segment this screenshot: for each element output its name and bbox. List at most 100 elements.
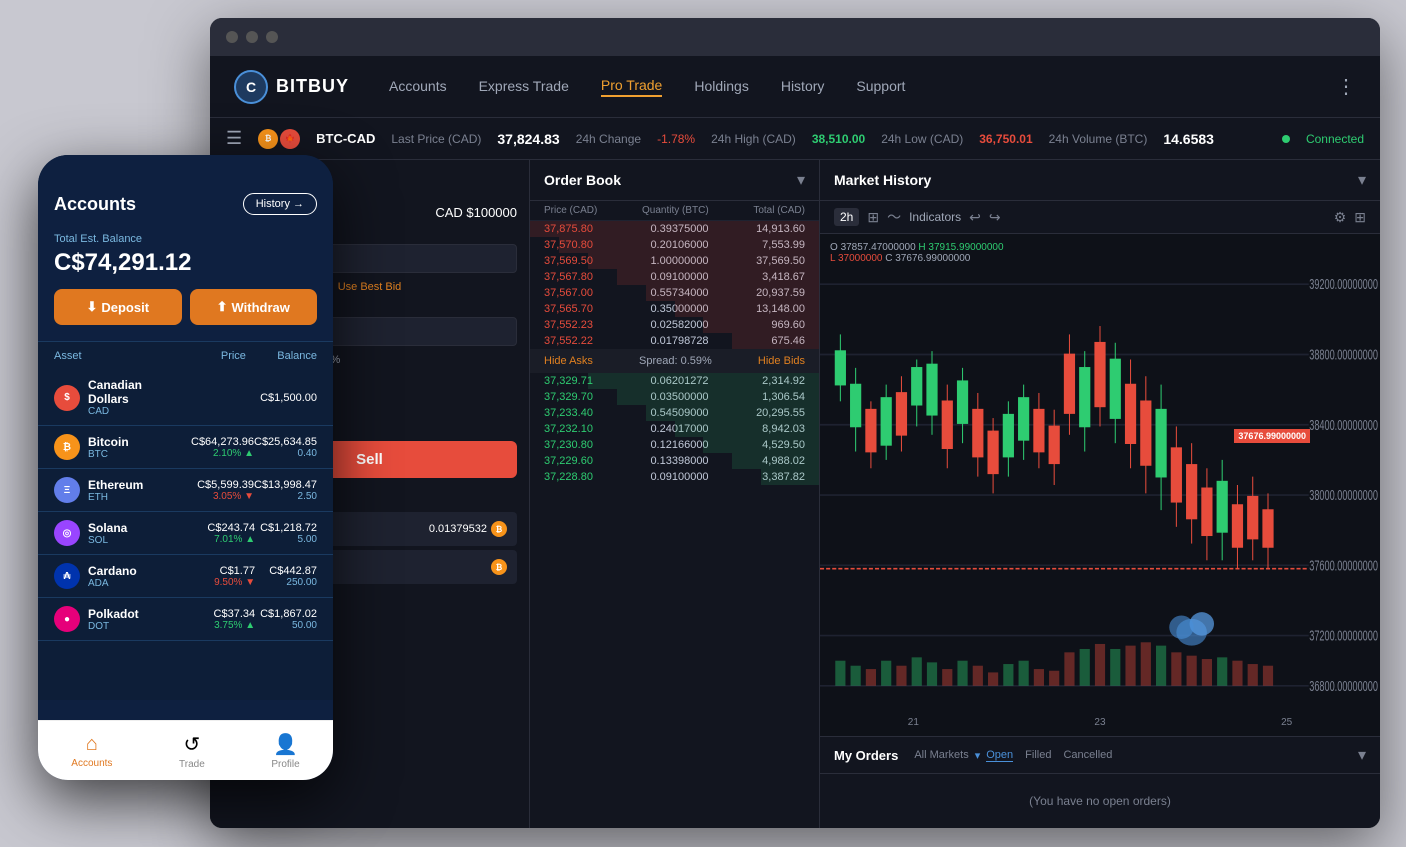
- ob-bid-row[interactable]: 37,329.70 0.03500000 1,306.54: [530, 389, 819, 405]
- mobile-header: Accounts History →: [38, 183, 333, 225]
- ask-price: 37,565.70: [544, 303, 624, 315]
- ohlc-c: C 37676.99000000: [885, 253, 970, 264]
- logo-icon: C: [234, 70, 268, 104]
- asset-price-value: C$64,273.96: [180, 436, 254, 448]
- ob-bid-row[interactable]: 37,229.60 0.13398000 4,988.02: [530, 453, 819, 469]
- ticker-menu-icon[interactable]: ☰: [226, 128, 242, 149]
- asset-price-col: C$243.74 7.01% ▲: [181, 522, 255, 545]
- browser-dot-1: [226, 31, 238, 43]
- ticker-flags: ₿ 🍁: [258, 129, 300, 149]
- my-orders-filter[interactable]: All Markets: [914, 749, 968, 761]
- mobile-history-btn[interactable]: History →: [243, 193, 317, 215]
- svg-text:38800.00000000: 38800.00000000: [1309, 346, 1378, 363]
- asset-balance-value: C$1,867.02: [255, 608, 317, 620]
- purchase-limit-value: CAD $100000: [435, 205, 517, 220]
- browser-dot-3: [266, 31, 278, 43]
- ask-price: 37,567.80: [544, 271, 624, 283]
- my-orders-title: My Orders: [834, 748, 898, 763]
- withdraw-btn[interactable]: ⬆ Withdraw: [190, 289, 318, 325]
- ticker-bar: ☰ ₿ 🍁 BTC-CAD Last Price (CAD) 37,824.83…: [210, 118, 1380, 160]
- nav-profile-mobile[interactable]: 👤 Profile: [271, 732, 299, 770]
- ob-ask-row[interactable]: 37,552.22 0.01798728 675.46: [530, 333, 819, 349]
- ob-ask-row[interactable]: 37,567.00 0.55734000 20,937.59: [530, 285, 819, 301]
- ob-ask-row[interactable]: 37,569.50 1.00000000 37,569.50: [530, 253, 819, 269]
- profile-nav-icon: 👤: [273, 732, 298, 757]
- hide-asks-btn[interactable]: Hide Asks: [544, 355, 593, 367]
- indicators-btn[interactable]: Indicators: [909, 210, 961, 224]
- asset-price-value: C$5,599.39: [180, 479, 254, 491]
- no-open-orders-msg: (You have no open orders): [820, 774, 1380, 828]
- ob-bid-row[interactable]: 37,230.80 0.12166000 4,529.50: [530, 437, 819, 453]
- nav-holdings[interactable]: Holdings: [694, 78, 748, 96]
- deposit-btn[interactable]: ⬇ Deposit: [54, 289, 182, 325]
- asset-list-item[interactable]: Ξ Ethereum ETH C$5,599.39 3.05% ▼ C$13,9…: [38, 469, 333, 512]
- nav-history[interactable]: History: [781, 78, 825, 96]
- asset-icon: ◎: [54, 520, 80, 546]
- chart-wave-icon[interactable]: 〜: [887, 207, 901, 227]
- asset-icon: ₳: [54, 563, 80, 589]
- accounts-nav-icon: ⌂: [86, 733, 98, 756]
- ticker-pair[interactable]: BTC-CAD: [316, 131, 375, 146]
- chart-settings-icon[interactable]: ⚙: [1334, 209, 1347, 226]
- ob-ask-row[interactable]: 37,565.70 0.35000000 13,148.00: [530, 301, 819, 317]
- asset-list-item[interactable]: ● Polkadot DOT C$37.34 3.75% ▲ C$1,867.0…: [38, 598, 333, 641]
- ob-bid-row[interactable]: 37,233.40 0.54509000 20,295.55: [530, 405, 819, 421]
- trade-nav-label: Trade: [179, 759, 205, 770]
- asset-list-item[interactable]: $ Canadian Dollars CAD C$1,500.00: [38, 370, 333, 426]
- order-book-chevron[interactable]: ▾: [797, 170, 805, 190]
- chart-type-icon[interactable]: ⊞: [867, 209, 879, 226]
- ob-ask-row[interactable]: 37,875.80 0.39375000 14,913.60: [530, 221, 819, 237]
- deposit-label: Deposit: [101, 300, 149, 315]
- ob-ask-row[interactable]: 37,552.23 0.02582000 969.60: [530, 317, 819, 333]
- mobile-overlay: Accounts History → Total Est. Balance C$…: [38, 155, 333, 780]
- bid-price: 37,232.10: [544, 423, 624, 435]
- asset-balance-col: C$1,218.72 5.00: [255, 522, 317, 545]
- redo-icon[interactable]: ↪: [989, 209, 1001, 226]
- col-price: Price: [161, 350, 246, 362]
- withdraw-label: Withdraw: [232, 300, 290, 315]
- asset-price-col: C$5,599.39 3.05% ▼: [180, 479, 254, 502]
- ob-column-headers: Price (CAD) Quantity (BTC) Total (CAD): [530, 201, 819, 221]
- profile-nav-label: Profile: [271, 759, 299, 770]
- tab-open[interactable]: Open: [986, 749, 1013, 762]
- asset-info: Canadian Dollars CAD: [88, 378, 181, 417]
- tab-filled[interactable]: Filled: [1025, 749, 1051, 761]
- nav-accounts[interactable]: Accounts: [389, 78, 447, 96]
- trade-nav-icon: ↺: [184, 732, 201, 757]
- nav-pro-trade[interactable]: Pro Trade: [601, 77, 662, 97]
- filter-dropdown-icon[interactable]: ▾: [975, 749, 981, 762]
- my-orders-section: My Orders All Markets ▾ Open Filled Canc…: [820, 736, 1380, 828]
- ohlc-display: O 37857.47000000 H 37915.99000000 L 3700…: [830, 242, 1004, 264]
- asset-info: Cardano ADA: [88, 564, 181, 589]
- tab-cancelled[interactable]: Cancelled: [1063, 749, 1112, 761]
- svg-text:38000.00000000: 38000.00000000: [1309, 487, 1378, 504]
- nav-express-trade[interactable]: Express Trade: [479, 78, 569, 96]
- ob-bid-row[interactable]: 37,232.10 0.24017000 8,942.03: [530, 421, 819, 437]
- my-orders-chevron[interactable]: ▾: [1358, 745, 1366, 765]
- ob-bid-row[interactable]: 37,228.80 0.09100000 3,387.82: [530, 469, 819, 485]
- ob-ask-row[interactable]: 37,567.80 0.09100000 3,418.67: [530, 269, 819, 285]
- time-interval-btn[interactable]: 2h: [834, 208, 859, 226]
- market-history-chevron[interactable]: ▾: [1358, 170, 1366, 190]
- asset-list-item[interactable]: ◎ Solana SOL C$243.74 7.01% ▲ C$1,218.72…: [38, 512, 333, 555]
- nav-support[interactable]: Support: [856, 78, 905, 96]
- asset-balance-value: C$442.87: [255, 565, 317, 577]
- nav-accounts-mobile[interactable]: ⌂ Accounts: [71, 733, 112, 769]
- asset-list-item[interactable]: ₳ Cardano ADA C$1.77 9.50% ▼ C$442.87 25…: [38, 555, 333, 598]
- order-book-title: Order Book: [544, 172, 621, 188]
- chart-area: O 37857.47000000 H 37915.99000000 L 3700…: [820, 234, 1380, 736]
- undo-icon[interactable]: ↩: [969, 209, 981, 226]
- ob-bid-row[interactable]: 37,329.71 0.06201272 2,314.92: [530, 373, 819, 389]
- nav-more-menu[interactable]: ⋮: [1336, 74, 1356, 99]
- navbar: C BITBUY Accounts Express Trade Pro Trad…: [210, 56, 1380, 118]
- chart-expand-icon[interactable]: ⊞: [1354, 209, 1366, 226]
- ob-ask-row[interactable]: 37,570.80 0.20106000 7,553.99: [530, 237, 819, 253]
- low-value: 36,750.01: [979, 132, 1032, 146]
- logo-area: C BITBUY: [234, 70, 349, 104]
- asset-price-value: C$1.77: [181, 565, 255, 577]
- hide-bids-btn[interactable]: Hide Bids: [758, 355, 805, 367]
- asset-balance-col: C$25,634.85 0.40: [254, 436, 317, 459]
- asset-balance-col: C$13,998.47 2.50: [254, 479, 317, 502]
- nav-trade-mobile[interactable]: ↺ Trade: [179, 732, 205, 770]
- asset-list-item[interactable]: ₿ Bitcoin BTC C$64,273.96 2.10% ▲ C$25,6…: [38, 426, 333, 469]
